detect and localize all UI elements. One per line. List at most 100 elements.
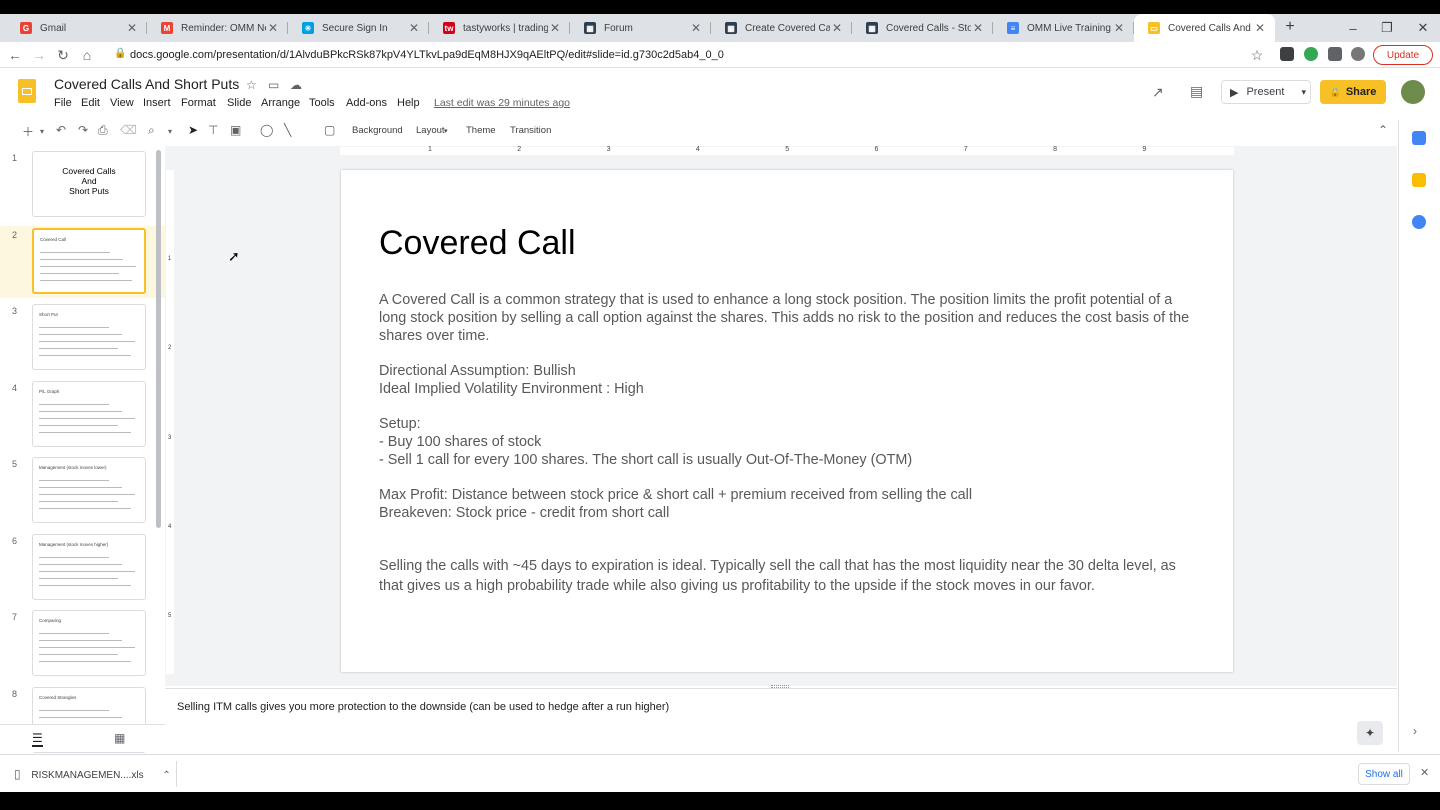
show-all-button[interactable]: Show all xyxy=(1358,763,1410,785)
share-button[interactable]: 🔒 Share xyxy=(1320,80,1386,104)
layout-button[interactable]: Layout xyxy=(416,125,445,136)
grid-view-icon[interactable]: ▦ xyxy=(114,731,125,745)
speaker-notes[interactable]: Selling ITM calls gives you more protect… xyxy=(165,685,1397,752)
menu-tools[interactable]: Tools xyxy=(309,97,335,109)
line-icon[interactable]: ╲ xyxy=(284,123,291,137)
browser-tab[interactable]: tw tastyworks | trading ✕ xyxy=(429,14,570,42)
forward-icon[interactable]: → xyxy=(30,46,48,64)
bookmark-star-icon[interactable]: ☆ xyxy=(1248,46,1266,64)
slide-thumbnail[interactable]: Comparing xyxy=(32,610,146,676)
close-download-bar-icon[interactable]: ✕ xyxy=(1420,766,1429,779)
zoom-icon[interactable]: ⌕ xyxy=(148,123,155,138)
list-view-icon[interactable]: ☰ xyxy=(32,731,43,747)
move-folder-icon[interactable]: ▭ xyxy=(268,78,279,92)
text-box-icon[interactable]: ⊤ xyxy=(208,123,218,137)
image-icon[interactable]: ▣ xyxy=(230,123,241,137)
tab-close-icon[interactable]: ✕ xyxy=(1253,21,1267,35)
slide-thumbnail[interactable]: Covered Calls And Short Puts xyxy=(32,151,146,217)
menu-help[interactable]: Help xyxy=(397,97,420,109)
tab-close-icon[interactable]: ✕ xyxy=(125,21,139,35)
extension-icon[interactable] xyxy=(1280,47,1294,61)
profile-icon[interactable] xyxy=(1351,47,1365,61)
slide-thumbnail[interactable]: Short Put xyxy=(32,304,146,370)
new-tab-button[interactable]: + xyxy=(1280,18,1300,38)
browser-tab[interactable]: ▭ Covered Calls And Sho...✕ xyxy=(1134,14,1275,42)
menu-view[interactable]: View xyxy=(110,97,134,109)
activity-icon[interactable]: ↗ xyxy=(1152,84,1164,101)
calendar-icon[interactable] xyxy=(1412,131,1426,145)
tab-close-icon[interactable]: ✕ xyxy=(548,21,562,35)
slide-thumbnail[interactable]: Management (stock moves higher) xyxy=(32,533,146,600)
slide-title[interactable]: Covered Call xyxy=(379,224,576,263)
slide-thumbnail[interactable]: Management (stock moves lower) xyxy=(32,457,146,523)
star-icon[interactable]: ☆ xyxy=(246,78,257,92)
comment-add-icon[interactable]: ▢ xyxy=(324,123,335,137)
undo-icon[interactable]: ↶ xyxy=(56,123,66,137)
keep-icon[interactable] xyxy=(1412,173,1426,187)
tab-close-icon[interactable]: ✕ xyxy=(971,21,985,35)
zoom-dropdown-icon[interactable]: ▾ xyxy=(168,127,172,136)
home-icon[interactable]: ⌂ xyxy=(78,46,96,64)
theme-button[interactable]: Theme xyxy=(466,125,496,136)
cloud-status-icon[interactable]: ☁ xyxy=(290,78,302,92)
close-window-icon[interactable]: ✕ xyxy=(1406,14,1440,42)
tab-close-icon[interactable]: ✕ xyxy=(689,21,703,35)
new-slide-dropdown-icon[interactable]: ▾ xyxy=(40,127,44,136)
menu-edit[interactable]: Edit xyxy=(81,97,100,109)
expand-panel-icon[interactable]: › xyxy=(1413,724,1417,738)
browser-tab[interactable]: ▦ Create Covered Call ✕ xyxy=(711,14,852,42)
notes-resize-handle[interactable] xyxy=(771,685,789,688)
browser-tab[interactable]: ▦ Covered Calls - Stock ...✕ xyxy=(852,14,993,42)
collapse-menu-icon[interactable]: ⌃ xyxy=(1378,123,1388,137)
filmstrip-scrollbar[interactable] xyxy=(156,150,161,528)
menu-file[interactable]: File xyxy=(54,97,72,109)
slides-logo-icon[interactable] xyxy=(18,79,36,103)
notes-text[interactable]: Selling ITM calls gives you more protect… xyxy=(177,701,669,713)
tab-close-icon[interactable]: ✕ xyxy=(1112,21,1126,35)
redo-icon[interactable]: ↷ xyxy=(78,123,88,137)
puzzle-icon[interactable] xyxy=(1328,47,1342,61)
layout-dropdown-icon[interactable]: ▾ xyxy=(444,127,448,135)
paint-format-icon[interactable]: ⌫ xyxy=(120,123,137,137)
transition-button[interactable]: Transition xyxy=(510,125,551,136)
download-menu-icon[interactable]: ⌃ xyxy=(162,770,170,781)
download-item[interactable]: ▯ RISKMANAGEMEN....xls ⌃ xyxy=(14,767,171,781)
slide-body-text[interactable]: A Covered Call is a common strategy that… xyxy=(379,292,1199,523)
document-title[interactable]: Covered Calls And Short Puts xyxy=(54,76,239,92)
account-avatar[interactable] xyxy=(1401,80,1425,104)
comments-icon[interactable]: ▤ xyxy=(1190,83,1203,100)
tasks-icon[interactable] xyxy=(1412,215,1426,229)
browser-tab[interactable]: M Reminder: OMM New ...✕ xyxy=(147,14,288,42)
select-cursor-icon[interactable]: ➤ xyxy=(188,123,198,137)
background-button[interactable]: Background xyxy=(352,125,403,136)
menu-format[interactable]: Format xyxy=(181,97,216,109)
extension-green-icon[interactable] xyxy=(1304,47,1318,61)
restore-icon[interactable]: ❐ xyxy=(1370,14,1404,42)
minimize-icon[interactable]: – xyxy=(1336,14,1370,42)
tab-close-icon[interactable]: ✕ xyxy=(266,21,280,35)
last-edit-link[interactable]: Last edit was 29 minutes ago xyxy=(434,97,570,109)
menu-insert[interactable]: Insert xyxy=(143,97,171,109)
present-button[interactable]: ▶ Present ▾ xyxy=(1221,80,1311,104)
new-slide-icon[interactable]: ＋ xyxy=(22,123,34,140)
browser-tab[interactable]: ▦ Forum ✕ xyxy=(570,14,711,42)
tab-close-icon[interactable]: ✕ xyxy=(830,21,844,35)
print-icon[interactable]: ⎙ xyxy=(98,123,108,138)
slide[interactable]: Covered Call A Covered Call is a common … xyxy=(341,170,1233,672)
update-button[interactable]: Update xyxy=(1373,45,1433,65)
menu-slide[interactable]: Slide xyxy=(227,97,251,109)
slide-thumbnail[interactable]: P/L Graph xyxy=(32,380,146,447)
back-icon[interactable]: ← xyxy=(6,46,24,64)
explore-icon[interactable]: ✦ xyxy=(1357,721,1383,745)
reload-icon[interactable]: ↻ xyxy=(54,46,72,64)
shape-icon[interactable]: ◯ xyxy=(260,123,273,137)
browser-tab[interactable]: G Gmail ✕ xyxy=(6,14,147,42)
slide-thumbnail[interactable]: Covered Call xyxy=(32,227,146,294)
browser-tab[interactable]: ✳ Secure Sign In ✕ xyxy=(288,14,429,42)
menu-arrange[interactable]: Arrange xyxy=(261,97,300,109)
tab-close-icon[interactable]: ✕ xyxy=(407,21,421,35)
url-field[interactable]: 🔒 docs.google.com/presentation/d/1AlvduB… xyxy=(108,44,1272,66)
browser-tab[interactable]: ≡ OMM Live Training - F...✕ xyxy=(993,14,1134,42)
present-dropdown-icon[interactable]: ▾ xyxy=(1301,87,1306,98)
menu-add-ons[interactable]: Add-ons xyxy=(346,97,387,109)
